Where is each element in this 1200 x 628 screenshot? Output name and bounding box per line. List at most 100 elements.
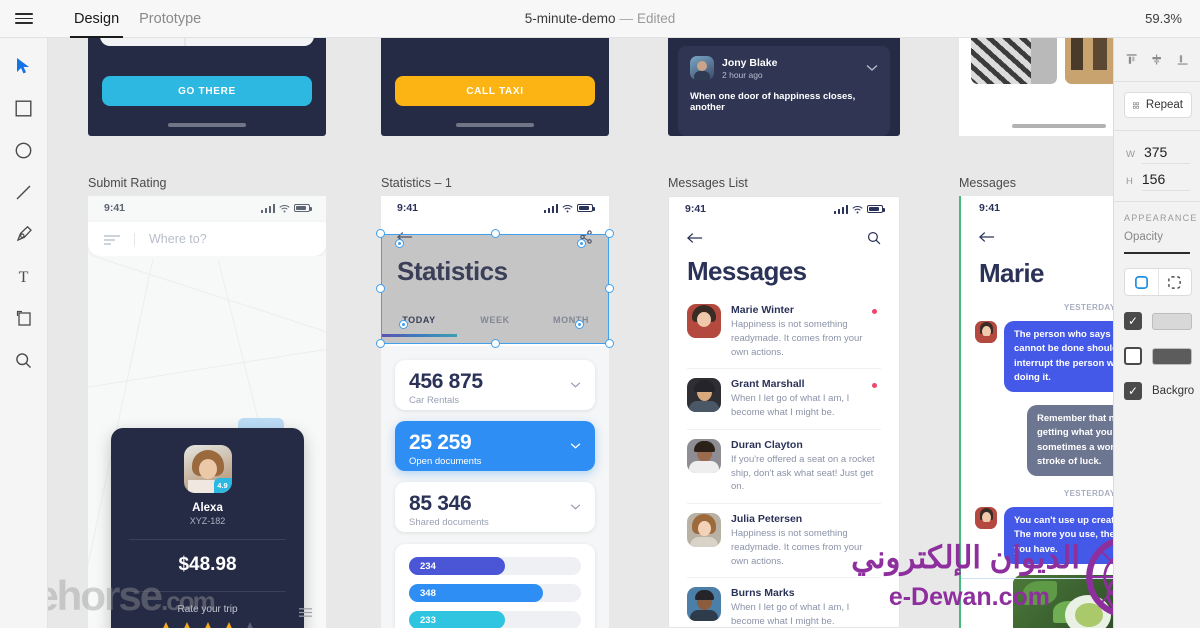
star-icon[interactable] bbox=[178, 622, 196, 628]
divider bbox=[961, 578, 1113, 579]
list-icon[interactable] bbox=[299, 607, 312, 618]
align-bottom-icon[interactable] bbox=[1177, 52, 1188, 67]
artboard-messages-list[interactable]: 9:41 Messages Marie Winter Happiness is … bbox=[668, 196, 900, 628]
artboard-submit-rating[interactable]: 9:41 Where to? 4.9 Alexa XYZ-182 $48.98 … bbox=[88, 196, 326, 628]
list-item[interactable]: Grant Marshall When I let go of what I a… bbox=[687, 369, 881, 430]
artboard-label-messages-list[interactable]: Messages List bbox=[668, 176, 748, 190]
background-blur-checkbox[interactable]: ✓ bbox=[1124, 382, 1142, 400]
message-preview: Happiness is not something readymade. It… bbox=[731, 319, 863, 358]
battery-icon bbox=[294, 204, 312, 212]
line-tool[interactable] bbox=[9, 180, 39, 204]
resize-handle-ne[interactable] bbox=[605, 229, 614, 238]
call-taxi-button[interactable]: CALL TAXI bbox=[395, 76, 595, 106]
ellipse-tool[interactable] bbox=[9, 138, 39, 162]
list-item[interactable]: Marie Winter Happiness is not something … bbox=[687, 295, 881, 370]
edited-status: Edited bbox=[637, 11, 676, 26]
contact-name: Duran Clayton bbox=[731, 438, 803, 451]
home-indicator bbox=[1012, 124, 1106, 128]
status-bar: 9:41 bbox=[961, 196, 1113, 220]
artboard-label-submit-rating[interactable]: Submit Rating bbox=[88, 176, 167, 190]
border-checkbox[interactable] bbox=[1124, 347, 1142, 365]
resize-handle-w[interactable] bbox=[376, 284, 385, 293]
background-blur-row: ✓ Backgro bbox=[1124, 382, 1200, 400]
anchor-point[interactable] bbox=[395, 239, 404, 248]
resize-handle-n[interactable] bbox=[490, 229, 500, 238]
resize-handle-s[interactable] bbox=[490, 339, 500, 348]
chat-image-attachment[interactable] bbox=[1013, 574, 1113, 628]
star-icon[interactable] bbox=[199, 622, 217, 628]
height-value[interactable]: 156 bbox=[1142, 171, 1165, 187]
chevron-down-icon[interactable] bbox=[866, 64, 878, 72]
align-middle-icon[interactable] bbox=[1151, 52, 1162, 67]
artboard-go-there[interactable]: GO THERE bbox=[88, 38, 326, 136]
opacity-slider[interactable] bbox=[1124, 252, 1190, 254]
star-icon[interactable] bbox=[220, 622, 238, 628]
artboard-call-taxi[interactable]: CALL TAXI bbox=[381, 38, 609, 136]
select-tool[interactable] bbox=[9, 54, 39, 78]
height-field[interactable]: H 156 bbox=[1124, 164, 1190, 190]
status-time: 9:41 bbox=[104, 202, 126, 214]
opacity-label: Opacity bbox=[1124, 231, 1163, 243]
design-canvas[interactable]: GO THERE CALL TAXI 256 bbox=[48, 38, 1113, 628]
list-item[interactable]: Julia Petersen Happiness is not somethin… bbox=[687, 504, 881, 579]
artboard-messages-chat[interactable]: 9:41 Marie YESTERDAY, 2:30 PM The per bbox=[959, 196, 1113, 628]
stat-number: 456 875 bbox=[409, 370, 483, 393]
zoom-level[interactable]: 59.3% bbox=[1145, 11, 1182, 26]
corner-toggle-group bbox=[1124, 268, 1192, 296]
anchor-point[interactable] bbox=[575, 320, 584, 329]
search-icon[interactable] bbox=[867, 231, 881, 245]
avatar bbox=[687, 513, 721, 548]
border-color-swatch[interactable] bbox=[1152, 347, 1192, 365]
arrow-left-icon[interactable] bbox=[978, 231, 995, 243]
list-item[interactable]: Burns Marks When I let go of what I am, … bbox=[687, 578, 881, 627]
search-bar[interactable]: Where to? bbox=[88, 222, 326, 256]
rating-card: 4.9 Alexa XYZ-182 $48.98 Rate your trip … bbox=[111, 428, 304, 628]
fill-row: ✓ bbox=[1124, 312, 1200, 330]
dashed-corner-button[interactable] bbox=[1157, 269, 1192, 295]
rectangle-tool[interactable] bbox=[9, 96, 39, 120]
resize-handle-e[interactable] bbox=[605, 284, 614, 293]
status-time: 9:41 bbox=[979, 202, 1001, 214]
anchor-point[interactable] bbox=[399, 320, 408, 329]
star-icon[interactable] bbox=[157, 622, 175, 628]
wifi-icon bbox=[562, 204, 573, 212]
list-item[interactable]: Duran Clayton If you're offered a seat o… bbox=[687, 430, 881, 505]
star-icon-empty[interactable] bbox=[241, 622, 259, 628]
star-rating[interactable] bbox=[111, 622, 304, 628]
arrow-left-icon[interactable] bbox=[687, 232, 703, 244]
trip-price: $48.98 bbox=[178, 554, 237, 575]
resize-handle-nw[interactable] bbox=[376, 229, 385, 238]
align-top-icon[interactable] bbox=[1126, 52, 1137, 67]
search-input[interactable]: Where to? bbox=[149, 232, 207, 246]
anchor-point[interactable] bbox=[577, 239, 586, 248]
pen-tool[interactable] bbox=[9, 222, 39, 246]
repeat-grid-button[interactable]: Repeat bbox=[1124, 92, 1192, 118]
selection-handles[interactable] bbox=[376, 229, 614, 348]
artboard-photos[interactable] bbox=[959, 38, 1113, 136]
resize-handle-sw[interactable] bbox=[376, 339, 385, 348]
artboard-label-messages[interactable]: Messages bbox=[959, 176, 1016, 190]
stat-card-car-rentals[interactable]: 456 875 Car Rentals bbox=[395, 360, 595, 410]
width-value[interactable]: 375 bbox=[1144, 144, 1167, 160]
wifi-icon bbox=[852, 205, 863, 213]
message-preview: When I let go of what I am, I become wha… bbox=[731, 393, 850, 419]
appearance-heading: APPEARANCE bbox=[1124, 213, 1198, 223]
fill-checkbox[interactable]: ✓ bbox=[1124, 312, 1142, 330]
chevron-down-icon[interactable] bbox=[570, 382, 581, 389]
text-tool[interactable]: T bbox=[9, 264, 39, 288]
go-there-button[interactable]: GO THERE bbox=[102, 76, 312, 106]
rounded-corner-button[interactable] bbox=[1125, 269, 1158, 295]
width-field[interactable]: W 375 bbox=[1124, 137, 1190, 163]
chevron-down-icon[interactable] bbox=[570, 504, 581, 511]
zoom-tool[interactable] bbox=[9, 348, 39, 372]
artboard-label-statistics[interactable]: Statistics – 1 bbox=[381, 176, 452, 190]
resize-handle-se[interactable] bbox=[605, 339, 614, 348]
stat-card-open-documents[interactable]: 25 259 Open documents bbox=[395, 421, 595, 471]
artboard-tool[interactable] bbox=[9, 306, 39, 330]
chevron-down-icon[interactable] bbox=[570, 443, 581, 450]
artboard-social-post[interactable]: 256 4 K bbox=[668, 38, 900, 136]
filter-icon[interactable] bbox=[104, 234, 120, 245]
fill-color-swatch[interactable] bbox=[1152, 312, 1192, 330]
cellular-icon bbox=[544, 203, 558, 213]
stat-card-shared-documents[interactable]: 85 346 Shared documents bbox=[395, 482, 595, 532]
